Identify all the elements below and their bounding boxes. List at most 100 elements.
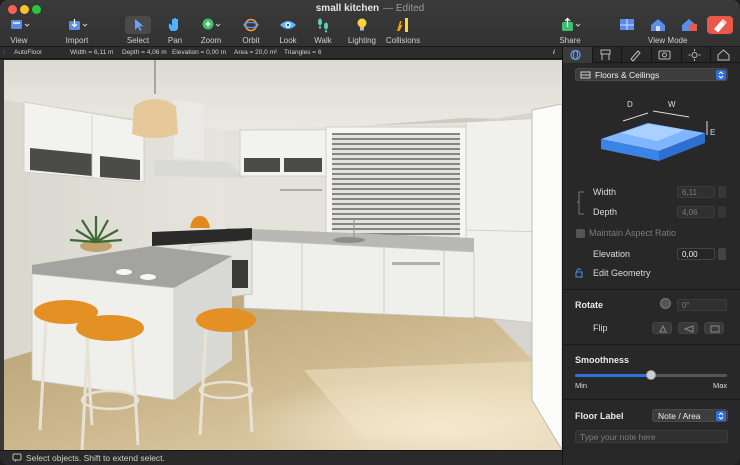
width-stepper[interactable] [718, 186, 726, 198]
flip-vertical-icon [659, 324, 667, 333]
chevron-updown-icon [716, 70, 726, 80]
kitchen-render [4, 60, 562, 450]
smoothness-label: Smoothness [575, 355, 630, 365]
look-tool-button[interactable]: Look [273, 16, 303, 46]
elevation-field[interactable]: 0,00 [677, 248, 715, 260]
collisions-label: Collisions [385, 36, 421, 45]
footprints-icon [310, 16, 336, 34]
walk-label: Walk [314, 36, 332, 45]
import-button[interactable]: Import [62, 16, 92, 46]
3d-viewport[interactable] [4, 60, 562, 450]
view-icon [6, 16, 32, 34]
info-width: Width = 6,11 m [70, 49, 114, 56]
app-window: small kitchen — Edited View Import Select… [0, 0, 740, 465]
share-label: Share [559, 36, 581, 45]
view-label: View [10, 36, 28, 45]
info-bar: ⁞ AutoFloor Width = 6,11 m Depth = 4,06 … [0, 47, 562, 59]
flip-both-icon [710, 325, 720, 333]
eraser-pencil-icon [707, 16, 733, 34]
import-label: Import [65, 36, 89, 45]
share-button[interactable]: Share [555, 16, 585, 46]
lighting-label: Lighting [347, 36, 377, 45]
flip-label: Flip [593, 323, 608, 333]
walk-tool-button[interactable]: Walk [308, 16, 338, 46]
view-mode-2d-button[interactable] [614, 16, 640, 46]
window-title: small kitchen — Edited [0, 3, 740, 14]
slider-max-label: Max [713, 381, 728, 390]
flip-vertical-button[interactable] [652, 322, 672, 334]
eye-icon [275, 16, 301, 34]
collisions-toggle[interactable]: Collisions [384, 16, 422, 46]
lock-icon[interactable] [574, 267, 584, 278]
status-bar: Select objects. Shift to extend select. [0, 450, 562, 465]
tab-object-3d[interactable] [563, 47, 593, 63]
flip-both-button[interactable] [704, 322, 724, 334]
pencil-icon [630, 50, 642, 62]
rotate-dial[interactable] [660, 298, 671, 309]
info-area: Area = 20,0 m² [234, 49, 278, 56]
chevron-updown-icon [716, 411, 726, 421]
info-depth: Depth = 4,06 m [122, 49, 167, 56]
collision-icon [390, 16, 416, 34]
zoom-icon [198, 16, 224, 34]
smoothness-slider-knob[interactable] [646, 370, 656, 380]
import-icon [64, 16, 90, 34]
rotate-field[interactable]: 0° [677, 299, 727, 311]
link-bracket-icon [577, 191, 584, 215]
tab-camera[interactable] [652, 47, 682, 63]
edit-geometry-label[interactable]: Edit Geometry [593, 268, 651, 278]
speech-bubble-icon [12, 453, 22, 465]
info-icon[interactable]: i [553, 49, 555, 56]
view-button[interactable]: View [4, 16, 34, 46]
split-view-icon [676, 16, 702, 34]
info-triangles: Triangles = 6 [284, 49, 322, 56]
zoom-tool-button[interactable]: Zoom [196, 16, 226, 46]
info-elevation: Elevation = 0,00 m [172, 49, 227, 56]
category-dropdown[interactable]: Floors & Ceilings [575, 68, 728, 81]
floor-note-input[interactable]: Type your note here [575, 430, 728, 443]
rotate-label: Rotate [575, 300, 604, 310]
floor-label-option: Note / Area [658, 411, 701, 421]
house-icon [717, 49, 730, 61]
floor-label-select[interactable]: Note / Area [652, 409, 728, 422]
edited-indicator: — Edited [383, 3, 425, 14]
selected-object-name: AutoFloor [14, 49, 43, 56]
elevation-label: Elevation [593, 249, 631, 259]
slider-min-label: Min [575, 381, 588, 390]
maintain-aspect-checkbox[interactable] [576, 229, 585, 238]
hand-icon [162, 16, 188, 34]
flip-horizontal-icon [683, 325, 694, 333]
view-mode-label: View Mode [648, 36, 688, 45]
divider [563, 289, 740, 290]
flip-horizontal-button[interactable] [678, 322, 698, 334]
divider [563, 399, 740, 400]
depth-stepper[interactable] [718, 206, 726, 218]
camera-icon [658, 50, 671, 60]
share-icon [557, 16, 583, 34]
depth-marker: D [627, 100, 633, 109]
lighting-toggle[interactable]: Lighting [345, 16, 379, 46]
edit-mode-button[interactable] [706, 16, 734, 46]
inspector-tabs [563, 47, 740, 63]
orbit-tool-button[interactable]: Orbit [236, 16, 266, 46]
document-name: small kitchen [315, 3, 380, 14]
tab-furniture[interactable] [593, 47, 623, 63]
stool-icon [600, 49, 611, 60]
category-label: Floors & Ceilings [595, 70, 660, 80]
width-field[interactable]: 6,11 [677, 186, 715, 198]
orbit-label: Orbit [242, 36, 260, 45]
depth-label: Depth [593, 207, 618, 217]
tab-materials[interactable] [622, 47, 653, 63]
tab-lighting[interactable] [682, 47, 712, 63]
width-marker: W [668, 100, 676, 109]
toolbar: small kitchen — Edited View Import Select… [0, 0, 740, 47]
tab-building[interactable] [711, 47, 740, 63]
divider [563, 344, 740, 345]
status-message: Select objects. Shift to extend select. [26, 453, 165, 463]
select-tool-button[interactable]: Select [123, 16, 153, 46]
maintain-aspect-label: Maintain Aspect Ratio [589, 228, 677, 238]
orbit-icon [238, 16, 264, 34]
pan-tool-button[interactable]: Pan [160, 16, 190, 46]
elevation-stepper[interactable] [718, 248, 726, 260]
depth-field[interactable]: 4,06 [677, 206, 715, 218]
